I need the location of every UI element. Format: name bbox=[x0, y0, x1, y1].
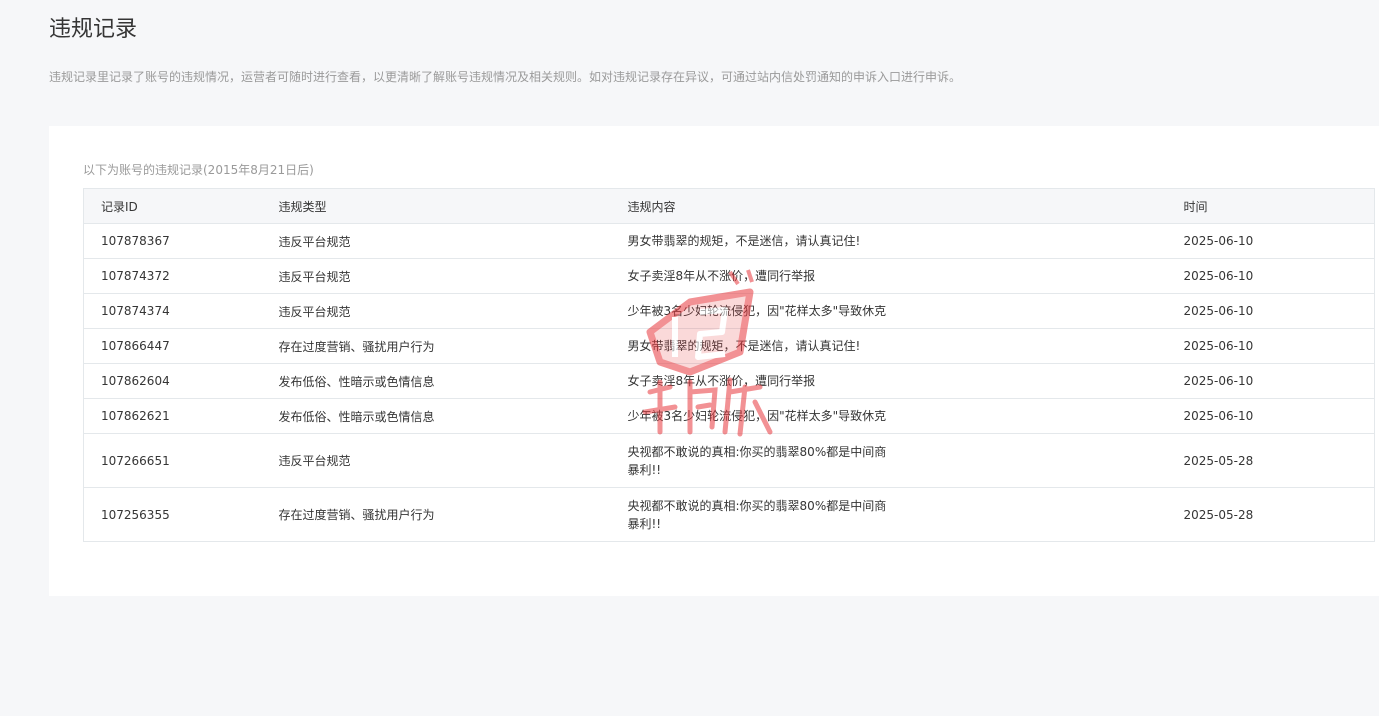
page-description: 违规记录里记录了账号的违规情况，运营者可随时进行查看，以更清晰了解账号违规情况及… bbox=[49, 70, 962, 84]
violation-records-page: 违规记录 违规记录里记录了账号的违规情况，运营者可随时进行查看，以更清晰了解账号… bbox=[0, 0, 1379, 716]
cell-violation-content: 男女带翡翠的规矩，不是迷信，请认真记住! bbox=[610, 223, 1167, 259]
violation-content-text: 女子卖淫8年从不涨价，遭同行举报 bbox=[627, 269, 816, 283]
violation-content-text: 央视都不敢说的真相:你买的翡翠80%都是中间商暴利!! bbox=[627, 444, 887, 477]
table-caption: 以下为账号的违规记录(2015年8月21日后) bbox=[83, 163, 314, 177]
cell-violation-content: 少年被3名少妇轮流侵犯，因"花样太多"导致休克 bbox=[610, 293, 1167, 329]
cell-time: 2025-06-10 bbox=[1166, 328, 1375, 364]
table-row: 107874372 违反平台规范 女子卖淫8年从不涨价，遭同行举报 2025-0… bbox=[83, 258, 1375, 294]
cell-violation-content: 女子卖淫8年从不涨价，遭同行举报 bbox=[610, 258, 1167, 294]
header-time: 时间 bbox=[1166, 188, 1375, 224]
cell-record-id: 107874374 bbox=[83, 293, 262, 329]
page-title: 违规记录 bbox=[49, 17, 138, 42]
header-record-id: 记录ID bbox=[83, 188, 262, 224]
violation-content-text: 男女带翡翠的规矩，不是迷信，请认真记住! bbox=[627, 339, 861, 353]
cell-violation-type: 违反平台规范 bbox=[261, 293, 611, 329]
cell-record-id: 107266651 bbox=[83, 433, 262, 488]
cell-violation-type: 发布低俗、性暗示或色情信息 bbox=[261, 363, 611, 399]
violation-content-text: 央视都不敢说的真相:你买的翡翠80%都是中间商暴利!! bbox=[627, 498, 887, 531]
cell-record-id: 107878367 bbox=[83, 223, 262, 259]
cell-record-id: 107862621 bbox=[83, 398, 262, 434]
violation-content-text: 女子卖淫8年从不涨价，遭同行举报 bbox=[627, 374, 816, 388]
table-row: 107874374 违反平台规范 少年被3名少妇轮流侵犯，因"花样太多"导致休克… bbox=[83, 293, 1375, 329]
cell-time: 2025-05-28 bbox=[1166, 433, 1375, 488]
cell-violation-type: 违反平台规范 bbox=[261, 223, 611, 259]
table-row: 107256355 存在过度营销、骚扰用户行为 央视都不敢说的真相:你买的翡翠8… bbox=[83, 487, 1375, 542]
records-card: 以下为账号的违规记录(2015年8月21日后) 记录ID 违规类型 违规内容 时… bbox=[49, 126, 1379, 596]
table-row: 107266651 违反平台规范 央视都不敢说的真相:你买的翡翠80%都是中间商… bbox=[83, 433, 1375, 488]
cell-violation-type: 发布低俗、性暗示或色情信息 bbox=[261, 398, 611, 434]
table-row: 107862621 发布低俗、性暗示或色情信息 少年被3名少妇轮流侵犯，因"花样… bbox=[83, 398, 1375, 434]
cell-time: 2025-05-28 bbox=[1166, 487, 1375, 542]
cell-violation-content: 少年被3名少妇轮流侵犯，因"花样太多"导致休克 bbox=[610, 398, 1167, 434]
violation-content-text: 男女带翡翠的规矩，不是迷信，请认真记住! bbox=[627, 234, 861, 248]
cell-record-id: 107256355 bbox=[83, 487, 262, 542]
cell-time: 2025-06-10 bbox=[1166, 223, 1375, 259]
violation-content-text: 少年被3名少妇轮流侵犯，因"花样太多"导致休克 bbox=[627, 304, 887, 318]
records-table: 记录ID 违规类型 违规内容 时间 107878367 违反平台规范 男女带翡翠… bbox=[83, 188, 1375, 542]
cell-record-id: 107874372 bbox=[83, 258, 262, 294]
table-row: 107866447 存在过度营销、骚扰用户行为 男女带翡翠的规矩，不是迷信，请认… bbox=[83, 328, 1375, 364]
cell-time: 2025-06-10 bbox=[1166, 398, 1375, 434]
cell-time: 2025-06-10 bbox=[1166, 258, 1375, 294]
cell-violation-content: 央视都不敢说的真相:你买的翡翠80%都是中间商暴利!! bbox=[610, 433, 1167, 488]
cell-violation-type: 违反平台规范 bbox=[261, 258, 611, 294]
records-table-wrapper: 记录ID 违规类型 违规内容 时间 107878367 违反平台规范 男女带翡翠… bbox=[83, 188, 1375, 542]
cell-violation-content: 央视都不敢说的真相:你买的翡翠80%都是中间商暴利!! bbox=[610, 487, 1167, 542]
header-violation-content: 违规内容 bbox=[610, 188, 1167, 224]
cell-time: 2025-06-10 bbox=[1166, 363, 1375, 399]
cell-violation-type: 违反平台规范 bbox=[261, 433, 611, 488]
cell-violation-type: 存在过度营销、骚扰用户行为 bbox=[261, 487, 611, 542]
cell-record-id: 107866447 bbox=[83, 328, 262, 364]
cell-time: 2025-06-10 bbox=[1166, 293, 1375, 329]
cell-violation-type: 存在过度营销、骚扰用户行为 bbox=[261, 328, 611, 364]
header-violation-type: 违规类型 bbox=[261, 188, 611, 224]
cell-violation-content: 男女带翡翠的规矩，不是迷信，请认真记住! bbox=[610, 328, 1167, 364]
violation-content-text: 少年被3名少妇轮流侵犯，因"花样太多"导致休克 bbox=[627, 409, 887, 423]
cell-violation-content: 女子卖淫8年从不涨价，遭同行举报 bbox=[610, 363, 1167, 399]
table-header-row: 记录ID 违规类型 违规内容 时间 bbox=[83, 188, 1375, 224]
cell-record-id: 107862604 bbox=[83, 363, 262, 399]
table-row: 107862604 发布低俗、性暗示或色情信息 女子卖淫8年从不涨价，遭同行举报… bbox=[83, 363, 1375, 399]
table-row: 107878367 违反平台规范 男女带翡翠的规矩，不是迷信，请认真记住! 20… bbox=[83, 223, 1375, 259]
